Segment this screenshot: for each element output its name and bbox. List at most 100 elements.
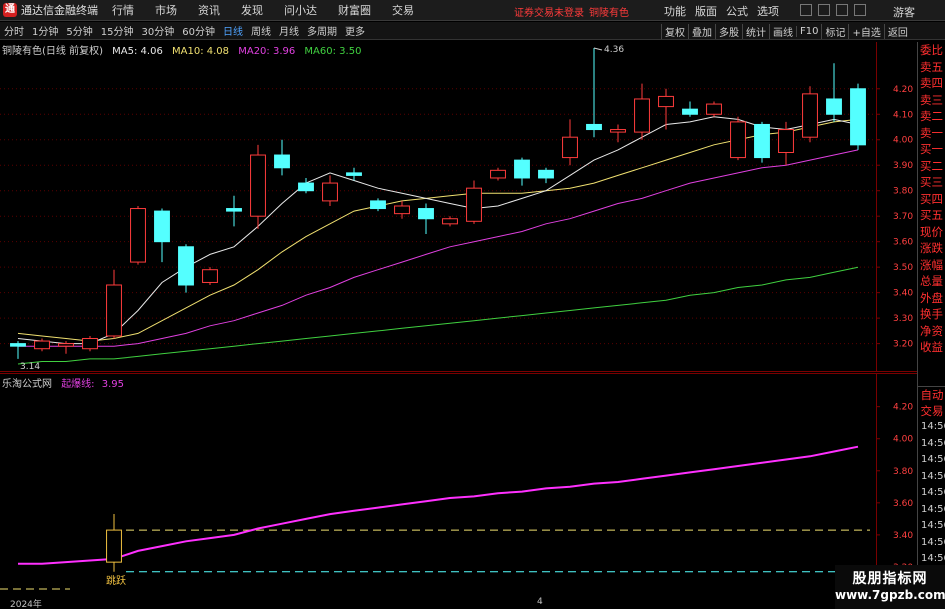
candle-body[interactable] [58, 343, 74, 347]
period-60min[interactable]: 60分钟 [178, 23, 219, 38]
candle-body[interactable] [706, 103, 722, 115]
candle-body[interactable] [850, 88, 866, 146]
menu-shichang[interactable]: 市场 [155, 2, 177, 18]
trade-label[interactable]: 交易 [918, 403, 945, 419]
main-candlestick-chart[interactable]: 4.20 4.10 4.00 3.90 3.80 3.70 3.60 3.50 3.40 3.30… [0, 42, 917, 372]
period-fenshi[interactable]: 分时 [0, 23, 28, 38]
indicator-chart[interactable]: 4.204.003.803.603.403.20 跳跃 [0, 373, 917, 597]
candle-body[interactable] [226, 208, 242, 212]
candle-body[interactable] [82, 338, 98, 350]
sidebar-item-17[interactable]: 净资 [918, 323, 945, 340]
tool-diejia[interactable]: 叠加 [688, 23, 715, 39]
sidebar-item-18[interactable]: 收益 [918, 339, 945, 356]
menu-xuanxiang[interactable]: 选项 [757, 3, 779, 19]
sidebar-item-13[interactable]: 涨幅 [918, 257, 945, 274]
candle-body[interactable] [418, 208, 434, 220]
candle-body[interactable] [10, 343, 26, 347]
menu-zixun[interactable]: 资讯 [198, 2, 220, 18]
sub-y-tick: 3.40 [893, 531, 913, 541]
candle-body[interactable] [298, 182, 314, 192]
tool-f10[interactable]: F10 [796, 25, 821, 37]
sidebar-item-4[interactable]: 卖二 [918, 108, 945, 125]
sidebar-item-5[interactable]: 卖一 [918, 125, 945, 142]
tool-biaoji[interactable]: 标记 [821, 23, 848, 39]
minimize-icon[interactable] [800, 4, 812, 16]
sidebar-item-7[interactable]: 买二 [918, 158, 945, 175]
main-y-tick: 3.80 [893, 187, 913, 197]
period-15min[interactable]: 15分钟 [97, 23, 138, 38]
sidebar-item-8[interactable]: 买三 [918, 174, 945, 191]
close-icon[interactable] [854, 4, 866, 16]
candle-body[interactable] [610, 129, 626, 133]
sidebar-item-10[interactable]: 买五 [918, 207, 945, 224]
candle-body[interactable] [730, 121, 746, 159]
candle-body[interactable] [658, 95, 674, 108]
period-more[interactable]: 更多 [341, 23, 369, 38]
sidebar-item-3[interactable]: 卖三 [918, 92, 945, 109]
candle-body[interactable] [34, 340, 50, 350]
candle-body[interactable] [490, 169, 506, 179]
time-axis: 2024年 4 [0, 597, 917, 609]
menu-gongneng[interactable]: 功能 [664, 3, 686, 19]
tool-duogu[interactable]: 多股 [715, 23, 742, 39]
guest-label[interactable]: 游客 [893, 4, 915, 20]
period-daily[interactable]: 日线 [219, 23, 247, 38]
auto-label[interactable]: 自动 [918, 387, 945, 403]
candle-body[interactable] [322, 182, 338, 202]
period-5min[interactable]: 5分钟 [62, 23, 96, 38]
sidebar-item-6[interactable]: 买一 [918, 141, 945, 158]
signal-candle-body[interactable] [106, 529, 122, 563]
period-monthly[interactable]: 月线 [275, 23, 303, 38]
candle-body[interactable] [346, 172, 362, 176]
candle-body[interactable] [106, 284, 122, 337]
tool-tongji[interactable]: 统计 [742, 23, 769, 39]
candle-body[interactable] [826, 98, 842, 115]
sidebar-item-11[interactable]: 现价 [918, 224, 945, 241]
sidebar-item-1[interactable]: 卖五 [918, 59, 945, 76]
menu-gongshi[interactable]: 公式 [726, 3, 748, 19]
candle-body[interactable] [586, 123, 602, 131]
candle-body[interactable] [754, 123, 770, 159]
sidebar-item-2[interactable]: 卖四 [918, 75, 945, 92]
login-alert[interactable]: 证券交易未登录 [514, 4, 584, 19]
menu-caifuquan[interactable]: 财富圈 [338, 2, 371, 18]
candle-body[interactable] [130, 208, 146, 263]
sidebar-item-14[interactable]: 总量 [918, 273, 945, 290]
restore-icon[interactable] [818, 4, 830, 16]
candle-body[interactable] [538, 169, 554, 179]
candle-body[interactable] [634, 98, 650, 133]
menu-hangqing[interactable]: 行情 [112, 2, 134, 18]
candle-body[interactable] [178, 246, 194, 286]
sidebar-item-0[interactable]: 委比 [918, 42, 945, 59]
sidebar-item-9[interactable]: 买四 [918, 191, 945, 208]
tool-fanhui[interactable]: 返回 [883, 23, 911, 39]
candle-body[interactable] [802, 93, 818, 138]
period-multi[interactable]: 多周期 [303, 23, 341, 38]
candle-body[interactable] [274, 154, 290, 169]
menu-faxian[interactable]: 发现 [241, 2, 263, 18]
candle-body[interactable] [370, 200, 386, 210]
sidebar-item-12[interactable]: 涨跌 [918, 240, 945, 257]
period-weekly[interactable]: 周线 [247, 23, 275, 38]
candle-body[interactable] [562, 136, 578, 159]
menu-banmian[interactable]: 版面 [695, 3, 717, 19]
candle-body[interactable] [154, 210, 170, 243]
candle-body[interactable] [778, 129, 794, 153]
sidebar-item-15[interactable]: 外盘 [918, 290, 945, 307]
menu-wenxiaoda[interactable]: 问小达 [284, 2, 317, 18]
candle-body[interactable] [682, 108, 698, 115]
maximize-icon[interactable] [836, 4, 848, 16]
candle-body[interactable] [466, 187, 482, 222]
candle-body[interactable] [442, 218, 458, 225]
tool-huaxian[interactable]: 画线 [769, 23, 796, 39]
tool-zixuan[interactable]: +自选 [848, 23, 883, 39]
sidebar-item-16[interactable]: 换手 [918, 306, 945, 323]
period-30min[interactable]: 30分钟 [137, 23, 178, 38]
candle-body[interactable] [202, 269, 218, 283]
candle-body[interactable] [394, 205, 410, 215]
candle-body[interactable] [250, 154, 266, 217]
menu-jiaoyi[interactable]: 交易 [392, 2, 414, 18]
period-1min[interactable]: 1分钟 [28, 23, 62, 38]
tool-fuquan[interactable]: 复权 [661, 23, 688, 39]
candle-body[interactable] [514, 159, 530, 179]
